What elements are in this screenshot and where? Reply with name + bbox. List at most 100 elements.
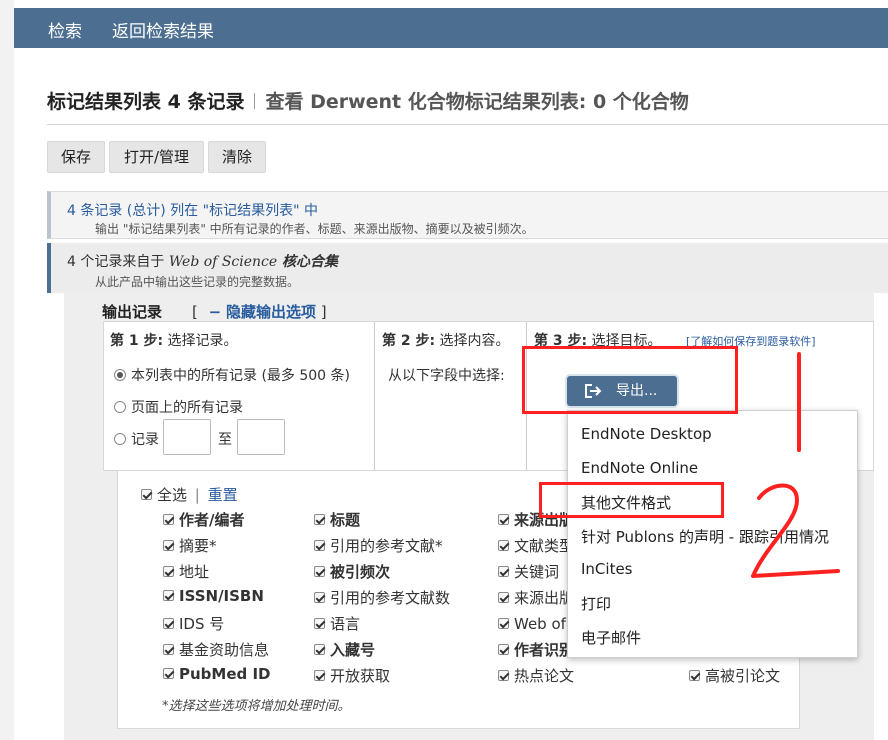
field-label: 文献类型 <box>514 537 575 555</box>
field-hot-paper-checkbox[interactable]: 热点论文 <box>498 665 574 686</box>
field-author-editor-checkbox[interactable]: 作者/编者 <box>163 509 244 530</box>
checkbox-checked-icon <box>498 644 509 655</box>
radio-record-range-label: 记录 <box>131 432 159 448</box>
menu-item-incites[interactable]: InCites <box>581 560 633 578</box>
section-total-records: 4 条记录 (总计) 列在 "标记结果列表" 中 输出 "标记结果列表" 中所有… <box>47 191 888 239</box>
save-button[interactable]: 保存 <box>47 141 105 173</box>
section-core-collection: 4 个记录来自于 Web of Science 核心合集 从此产品中输出这些记录… <box>47 243 888 293</box>
field-ids-checkbox[interactable]: IDS 号 <box>163 613 224 634</box>
field-abstract-checkbox[interactable]: 摘要* <box>163 535 217 556</box>
checkbox-checked-icon <box>163 540 174 551</box>
checkbox-checked-icon <box>163 514 174 525</box>
checkbox-checked-icon <box>314 514 325 525</box>
field-funding-checkbox[interactable]: 基金资助信息 <box>163 639 269 660</box>
hide-output-options-link[interactable]: 隐藏输出选项 <box>226 303 316 321</box>
checkbox-checked-icon <box>498 592 509 603</box>
field-label: PubMed ID <box>179 665 271 683</box>
collapse-icon[interactable]: − <box>209 303 222 321</box>
field-label: 入藏号 <box>330 641 376 659</box>
record-range-start-input[interactable] <box>163 419 211 455</box>
field-label: 高被引论文 <box>705 667 781 685</box>
annotation-step-1-mark <box>797 352 801 452</box>
toggle-bracket-close: ] <box>320 303 327 321</box>
processing-time-note: *选择这些选项将增加处理时间。 <box>162 699 351 714</box>
step2-label: 第 2 步: <box>382 333 436 349</box>
select-divider: | <box>194 486 200 504</box>
select-all-label: 全选 <box>157 486 188 504</box>
record-range-end-input[interactable] <box>237 419 285 455</box>
checkbox-checked-icon <box>163 668 174 679</box>
core-collection-title: 4 个记录来自于 Web of Science 核心合集 <box>67 251 338 271</box>
radio-selected-icon <box>114 369 126 381</box>
checkbox-checked-icon <box>314 618 325 629</box>
left-gutter <box>0 0 14 740</box>
title-divider <box>254 93 256 109</box>
radio-record-range[interactable]: 记录 <box>114 429 159 449</box>
field-label: 基金资助信息 <box>179 641 270 659</box>
select-all-checkbox[interactable]: 全选 <box>141 486 187 504</box>
core-collection-suffix: 核心合集 <box>277 254 339 270</box>
checkbox-checked-icon <box>314 592 325 603</box>
field-doc-type-checkbox[interactable]: 文献类型 <box>498 535 574 556</box>
checkbox-checked-icon <box>498 618 509 629</box>
annotation-other-formats-box <box>539 482 724 518</box>
field-issn-isbn-checkbox[interactable]: ISSN/ISBN <box>163 587 264 605</box>
checkbox-checked-icon <box>314 566 325 577</box>
checkbox-checked-icon <box>498 670 509 681</box>
title-divider-line <box>47 124 888 125</box>
field-label: 引用的参考文献数 <box>330 589 451 607</box>
total-records-desc: 输出 "标记结果列表" 中所有记录的作者、标题、来源出版物、摘要以及被引频次。 <box>95 222 534 236</box>
field-title-checkbox[interactable]: 标题 <box>314 509 360 530</box>
checkbox-checked-icon <box>141 489 152 500</box>
annotation-step-2-mark <box>751 483 840 578</box>
radio-all-records-label: 本列表中的所有记录 (最多 500 条) <box>131 368 350 384</box>
open-manage-button[interactable]: 打开/管理 <box>109 141 204 173</box>
field-label: 引用的参考文献* <box>330 537 443 555</box>
reset-link[interactable]: 重置 <box>208 486 238 504</box>
field-label: 标题 <box>330 511 361 529</box>
field-open-access-checkbox[interactable]: 开放获取 <box>314 665 390 686</box>
radio-unselected-icon <box>114 401 126 413</box>
menu-item-endnote-online[interactable]: EndNote Online <box>581 459 698 477</box>
field-label: 关键词 <box>514 563 560 581</box>
field-pubmed-id-checkbox[interactable]: PubMed ID <box>163 665 271 683</box>
menu-item-endnote-desktop[interactable]: EndNote Desktop <box>581 425 712 443</box>
menu-item-print[interactable]: 打印 <box>581 593 611 614</box>
step2-text: 选择内容。 <box>439 333 510 349</box>
hide-output-options-toggle[interactable]: [ − 隐藏输出选项 ] <box>192 301 327 322</box>
record-range-to-label: 至 <box>218 432 232 448</box>
total-records-link[interactable]: 4 条记录 (总计) 列在 "标记结果列表" 中 <box>67 200 318 220</box>
checkbox-checked-icon <box>163 618 174 629</box>
nav-back-to-results-link[interactable]: 返回检索结果 <box>112 17 214 42</box>
core-collection-desc: 从此产品中输出这些记录的完整数据。 <box>95 275 300 289</box>
step1-heading: 第 1 步: 选择记录。 <box>110 330 238 350</box>
field-label: IDS 号 <box>179 615 225 633</box>
field-language-checkbox[interactable]: 语言 <box>314 613 360 634</box>
field-times-cited-checkbox[interactable]: 被引频次 <box>314 561 390 582</box>
field-cited-references-checkbox[interactable]: 引用的参考文献* <box>314 535 443 556</box>
top-nav-bar: 检索 返回检索结果 <box>14 8 888 48</box>
field-label: 作者/编者 <box>179 511 245 529</box>
field-highly-cited-checkbox[interactable]: 高被引论文 <box>689 665 780 686</box>
checkbox-checked-icon <box>314 670 325 681</box>
checkbox-checked-icon <box>163 644 174 655</box>
checkbox-checked-icon <box>163 590 174 601</box>
radio-all-records[interactable]: 本列表中的所有记录 (最多 500 条) <box>114 365 350 385</box>
field-address-checkbox[interactable]: 地址 <box>163 561 209 582</box>
derwent-compound-link[interactable]: 查看 Derwent 化合物标记结果列表: 0 个化合物 <box>265 91 688 113</box>
step-divider-1 <box>374 322 375 470</box>
field-label: 摘要* <box>179 537 217 555</box>
field-accession-number-checkbox[interactable]: 入藏号 <box>314 639 375 660</box>
field-cited-ref-count-checkbox[interactable]: 引用的参考文献数 <box>314 587 450 608</box>
core-collection-prefix: 4 个记录来自于 <box>67 254 169 270</box>
select-all-row: 全选 | 重置 <box>141 484 238 505</box>
menu-item-email[interactable]: 电子邮件 <box>581 627 641 648</box>
field-label: 地址 <box>179 563 210 581</box>
radio-page-records-label: 页面上的所有记录 <box>131 400 243 416</box>
field-keywords-checkbox[interactable]: 关键词 <box>498 561 559 582</box>
nav-search-link[interactable]: 检索 <box>48 17 82 42</box>
radio-page-records[interactable]: 页面上的所有记录 <box>114 397 243 417</box>
clear-button[interactable]: 清除 <box>208 141 266 173</box>
page-title: 标记结果列表 4 条记录 <box>47 91 245 113</box>
checkbox-checked-icon <box>498 540 509 551</box>
